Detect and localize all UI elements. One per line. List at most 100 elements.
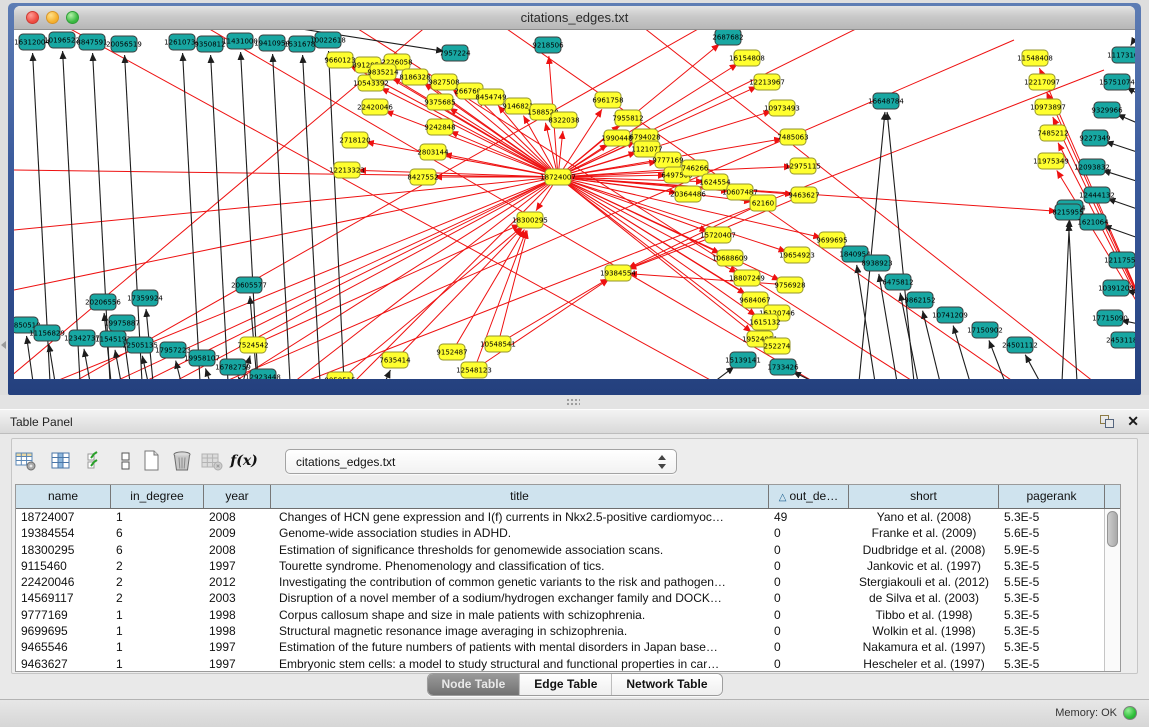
graph-edge[interactable] — [1131, 40, 1134, 46]
cell-in_degree[interactable]: 1 — [111, 509, 204, 525]
cell-short[interactable]: Hescheler et al. (1997) — [849, 656, 999, 672]
cell-name[interactable]: 9463627 — [16, 656, 111, 672]
graph-edge[interactable] — [857, 265, 875, 379]
cell-in_degree[interactable]: 6 — [111, 525, 204, 541]
cell-pagerank[interactable]: 5.3E-5 — [999, 623, 1105, 639]
table-row[interactable]: 1456911722003Disruption of a novel membe… — [16, 590, 1120, 606]
graph-edge[interactable] — [1107, 199, 1135, 213]
cell-short[interactable]: Nakamura et al. (1997) — [849, 639, 999, 655]
select-columns-button[interactable] — [83, 446, 111, 476]
cell-title[interactable]: Tourette syndrome. Phenomenology and cla… — [271, 558, 769, 574]
table-row[interactable]: 1830029562008Estimation of significance … — [16, 542, 1120, 558]
table-row[interactable]: 977716911998Corpus callosum shape and si… — [16, 607, 1120, 623]
graph-edge[interactable] — [142, 356, 148, 379]
graph-edge[interactable] — [887, 112, 914, 379]
cell-pagerank[interactable]: 5.6E-5 — [999, 525, 1105, 541]
cell-year[interactable]: 1998 — [204, 623, 271, 639]
tab-edge-table[interactable]: Edge Table — [519, 674, 611, 695]
graph-edge[interactable] — [1062, 219, 1069, 379]
cell-year[interactable]: 2008 — [204, 509, 271, 525]
network-window-titlebar[interactable]: citations_edges.txt — [14, 6, 1135, 30]
cell-name[interactable]: 14569117 — [16, 590, 111, 606]
column-header-pagerank[interactable]: pagerank — [999, 485, 1105, 508]
cell-out_degree[interactable]: 49 — [769, 509, 849, 525]
cell-in_degree[interactable]: 2 — [111, 574, 204, 590]
cell-title[interactable]: Investigating the contribution of common… — [271, 574, 769, 590]
graph-edge[interactable] — [329, 51, 344, 379]
close-panel-icon[interactable]: ✕ — [1127, 413, 1139, 430]
cell-name[interactable]: 9115460 — [16, 558, 111, 574]
cell-out_degree[interactable]: 0 — [769, 525, 849, 541]
cell-out_degree[interactable]: 0 — [769, 607, 849, 623]
graph-edge[interactable] — [176, 361, 181, 379]
cell-short[interactable]: de Silva et al. (2003) — [849, 590, 999, 606]
cell-in_degree[interactable]: 1 — [111, 607, 204, 623]
graph-edge[interactable] — [115, 350, 121, 379]
table-row[interactable]: 911546021997Tourette syndrome. Phenomeno… — [16, 558, 1120, 574]
cell-pagerank[interactable]: 5.9E-5 — [999, 542, 1105, 558]
cell-pagerank[interactable]: 5.3E-5 — [999, 509, 1105, 525]
table-row[interactable]: 2242004622012Investigating the contribut… — [16, 574, 1120, 590]
cell-title[interactable]: Corpus callosum shape and size in male p… — [271, 607, 769, 623]
cell-short[interactable]: Tibbo et al. (1998) — [849, 607, 999, 623]
column-header-in_degree[interactable]: in_degree — [111, 485, 204, 508]
graph-edge[interactable] — [294, 177, 558, 379]
column-header-short[interactable]: short — [849, 485, 999, 508]
float-panel-icon[interactable] — [1100, 415, 1115, 429]
cell-name[interactable]: 22420046 — [16, 574, 111, 590]
column-header-year[interactable]: year — [204, 485, 271, 508]
cell-short[interactable]: Stergiakouli et al. (2012) — [849, 574, 999, 590]
cell-in_degree[interactable]: 6 — [111, 542, 204, 558]
graph-edge[interactable] — [183, 53, 200, 379]
cell-title[interactable]: Structural magnetic resonance image aver… — [271, 623, 769, 639]
graph-edge[interactable] — [303, 55, 320, 379]
network-graph[interactable]: 1872400722260588912954966012310543392983… — [14, 30, 1135, 379]
graph-edge[interactable] — [558, 177, 756, 316]
cell-year[interactable]: 1998 — [204, 607, 271, 623]
cell-pagerank[interactable]: 5.3E-5 — [999, 656, 1105, 672]
cell-short[interactable]: Franke et al. (2009) — [849, 525, 999, 541]
cell-pagerank[interactable]: 5.3E-5 — [999, 590, 1105, 606]
graph-nodes[interactable]: 1872400722260588912954966012310543392983… — [14, 30, 1135, 379]
cell-out_degree[interactable]: 0 — [769, 639, 849, 655]
cell-out_degree[interactable]: 0 — [769, 590, 849, 606]
cell-title[interactable]: Changes of HCN gene expression and I(f) … — [271, 509, 769, 525]
function-builder-button[interactable]: f(x) — [230, 446, 258, 476]
graph-edge[interactable] — [452, 229, 524, 352]
cell-year[interactable]: 2012 — [204, 574, 271, 590]
graph-edge[interactable] — [628, 235, 718, 269]
graph-edge[interactable] — [27, 336, 33, 379]
graph-edge[interactable] — [273, 54, 290, 379]
table-row[interactable]: 969969511998Structural magnetic resonanc… — [16, 623, 1120, 639]
cell-name[interactable]: 9699695 — [16, 623, 111, 639]
cell-pagerank[interactable]: 5.5E-5 — [999, 574, 1105, 590]
cell-title[interactable]: Estimation of the future numbers of pati… — [271, 639, 769, 655]
new-table-button[interactable] — [138, 446, 166, 476]
cell-year[interactable]: 2003 — [204, 590, 271, 606]
cell-in_degree[interactable]: 1 — [111, 656, 204, 672]
cell-pagerank[interactable]: 5.3E-5 — [999, 558, 1105, 574]
table-row[interactable]: 946554611997Estimation of the future num… — [16, 639, 1120, 655]
cell-name[interactable]: 18724007 — [16, 509, 111, 525]
graph-edge[interactable] — [211, 55, 228, 379]
cell-year[interactable]: 2008 — [204, 542, 271, 558]
graph-edge[interactable] — [1105, 141, 1135, 156]
cell-out_degree[interactable]: 0 — [769, 542, 849, 558]
graph-edge[interactable] — [1025, 355, 1040, 379]
cell-out_degree[interactable]: 0 — [769, 656, 849, 672]
cell-short[interactable]: Dudbridge et al. (2008) — [849, 542, 999, 558]
cell-name[interactable]: 9465546 — [16, 639, 111, 655]
cell-title[interactable]: Disruption of a novel member of a sodium… — [271, 590, 769, 606]
tab-network-table[interactable]: Network Table — [611, 674, 721, 695]
cell-year[interactable]: 1997 — [204, 656, 271, 672]
cell-in_degree[interactable]: 1 — [111, 623, 204, 639]
cell-pagerank[interactable]: 5.3E-5 — [999, 607, 1105, 623]
cell-short[interactable]: Yano et al. (2008) — [849, 509, 999, 525]
cell-year[interactable]: 1997 — [204, 639, 271, 655]
cell-title[interactable]: Genome-wide association studies in ADHD. — [271, 525, 769, 541]
graph-edge[interactable] — [385, 370, 390, 379]
table-selector-dropdown[interactable]: citations_edges.txt — [285, 449, 677, 474]
cell-out_degree[interactable]: 0 — [769, 623, 849, 639]
tab-node-table[interactable]: Node Table — [427, 674, 519, 695]
column-header-out_degree[interactable]: △out_de… — [769, 485, 849, 508]
